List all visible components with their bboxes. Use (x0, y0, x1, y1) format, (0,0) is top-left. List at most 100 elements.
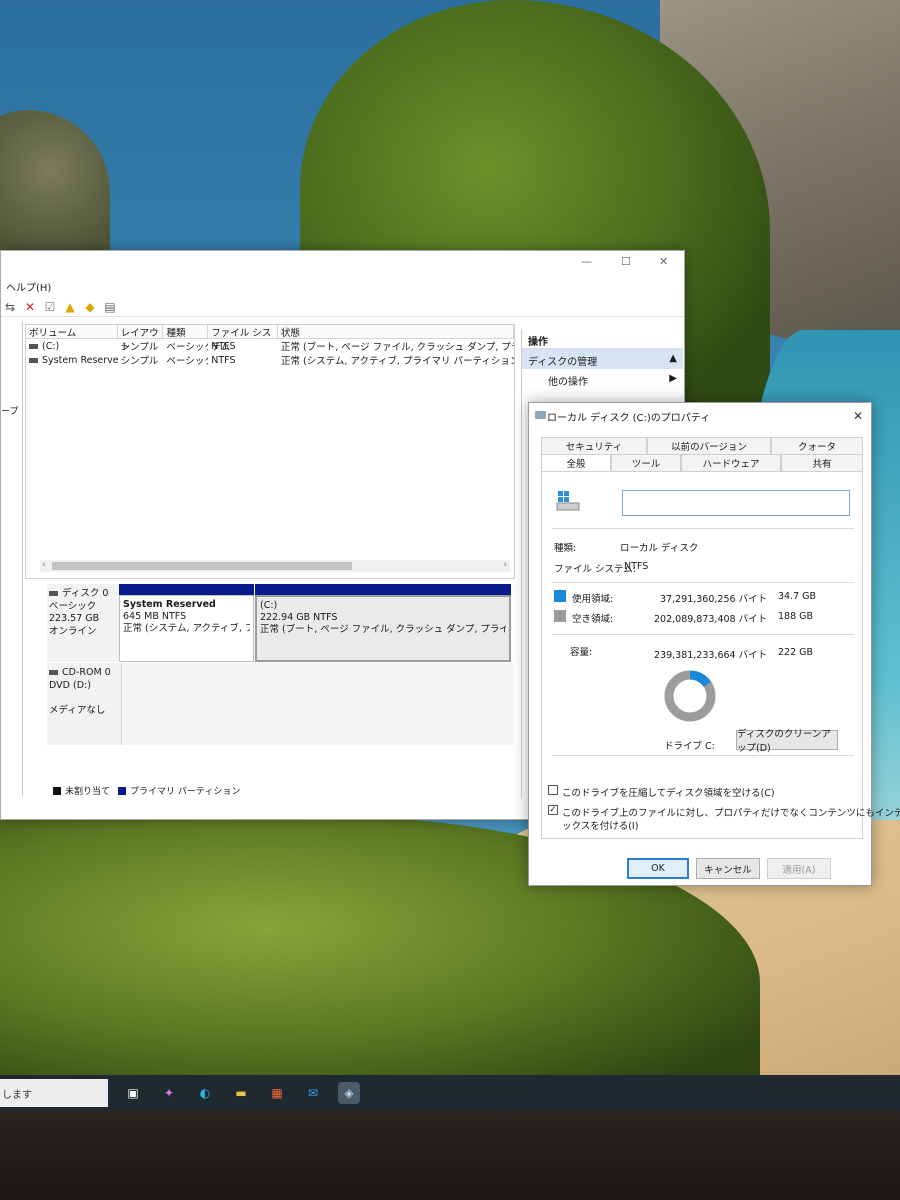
copilot-icon[interactable]: ✦ (158, 1082, 180, 1104)
capacity-gb: 222 GB (778, 647, 814, 658)
action-other[interactable]: 他の操作 ▶ (522, 369, 683, 389)
volume-list: ボリューム レイアウト 種類 ファイル システム 状態 (C:) シンプル ベー… (25, 324, 515, 579)
close-icon[interactable]: ✕ (659, 255, 668, 268)
table-row[interactable]: System Reserved シンプル ベーシック NTFS 正常 (システム… (26, 353, 514, 367)
toolbar: ⇆ ✕ ☑ ▲ ◆ ▤ (1, 297, 684, 317)
used-space-gb: 34.7 GB (778, 591, 817, 602)
partition-size: 222.94 GB NTFS (260, 612, 338, 623)
delete-icon[interactable]: ✕ (23, 300, 37, 314)
dialog-titlebar[interactable]: ローカル ディスク (C:)のプロパティ ✕ (529, 403, 871, 429)
filesystem-value: NTFS (624, 561, 649, 572)
menu-help[interactable]: ヘルプ(H) (1, 279, 51, 295)
volume-icon (29, 343, 38, 349)
tab-tools[interactable]: ツール (611, 454, 681, 471)
column-header-volume[interactable]: ボリューム (26, 325, 118, 339)
tabs-front-row: 全般 ツール ハードウェア 共有 (541, 454, 863, 471)
capacity-label: 容量: (570, 647, 593, 658)
action-disk-management[interactable]: ディスクの管理 ▲ (522, 349, 683, 369)
volume-layout: シンプル (120, 342, 159, 353)
compress-checkbox[interactable] (548, 785, 558, 795)
free-space-gb: 188 GB (778, 611, 814, 622)
cdrom-name: CD-ROM 0 (62, 667, 111, 678)
used-space-swatch (554, 590, 566, 602)
legend: 未割り当て プライマリ パーティション (53, 784, 240, 797)
tab-general[interactable]: 全般 (541, 454, 611, 471)
collapse-icon[interactable]: ▲ (669, 353, 677, 365)
scroll-left-icon[interactable]: ‹ (42, 560, 46, 570)
action-other-label: 他の操作 (548, 377, 588, 388)
horizontal-scrollbar[interactable]: ‹ › (40, 560, 510, 572)
free-space-bytes: 202,089,873,408 バイト (654, 614, 768, 625)
disk-0-label: ディスク 0 ベーシック 223.57 GB オンライン (47, 584, 122, 662)
partition-c[interactable]: (C:) 222.94 GB NTFS 正常 (ブート, ページ ファイル, ク… (255, 584, 511, 662)
window-titlebar[interactable]: — ☐ ✕ (1, 251, 684, 271)
file-explorer-icon[interactable]: ▬ (230, 1082, 252, 1104)
task-view-icon[interactable]: ▣ (122, 1082, 144, 1104)
disk-cleanup-button[interactable]: ディスクのクリーンアップ(D) (736, 729, 838, 754)
disk-management-icon[interactable]: ◈ (338, 1082, 360, 1104)
volume-filesystem: NTFS (211, 340, 236, 352)
column-header-type[interactable]: 種類 (163, 325, 209, 339)
action-disk-management-label: ディスクの管理 (528, 357, 598, 368)
index-checkbox[interactable]: ✓ (548, 805, 558, 815)
mail-icon[interactable]: ✉ (302, 1082, 324, 1104)
used-space-label: 使用領域: (572, 594, 614, 605)
volume-name: System Reserved (42, 354, 118, 366)
cdrom-drive: DVD (D:) (49, 679, 91, 691)
column-header-status[interactable]: 状態 (278, 325, 515, 339)
folder-search-icon[interactable]: ◆ (83, 300, 97, 314)
column-header-filesystem[interactable]: ファイル システム (208, 325, 278, 353)
cdrom-label: CD-ROM 0 DVD (D:) メディアなし (47, 663, 122, 745)
tab-security[interactable]: セキュリティ (541, 437, 647, 454)
index-label-line2[interactable]: ックスを付ける(I) (562, 818, 638, 832)
volume-status: 正常 (ブート, ページ ファイル, クラッシュ ダンプ, プライマリ パーティ (280, 342, 514, 353)
volume-layout: シンプル (120, 356, 159, 367)
disk-icon (49, 591, 58, 596)
column-header-layout[interactable]: レイアウト (118, 325, 164, 353)
apply-button[interactable]: 適用(A) (767, 858, 831, 879)
compress-label[interactable]: このドライブを圧縮してディスク領域を空ける(C) (562, 785, 775, 799)
disk-size: 223.57 GB (49, 613, 100, 624)
type-label: 種類: (554, 543, 577, 554)
partition-bar (119, 584, 254, 595)
general-tab-panel: 種類: ローカル ディスク ファイル システム: NTFS 使用領域: 37,2… (541, 471, 900, 839)
drive-icon (535, 411, 546, 419)
close-icon[interactable]: ✕ (853, 409, 863, 423)
check-icon[interactable]: ☑ (43, 300, 57, 314)
scroll-right-icon[interactable]: › (503, 560, 507, 570)
action-pane-header: 操作 (522, 329, 683, 349)
ok-button[interactable]: OK (627, 858, 689, 879)
edge-icon[interactable]: ◐ (194, 1082, 216, 1104)
disk-state: オンライン (49, 625, 97, 637)
tab-quota[interactable]: クォータ (771, 437, 863, 454)
capacity-bytes: 239,381,233,664 バイト (654, 650, 768, 661)
free-space-swatch (554, 610, 566, 622)
table-row[interactable]: (C:) シンプル ベーシック NTFS 正常 (ブート, ページ ファイル, … (26, 339, 514, 353)
scrollbar-thumb[interactable] (52, 562, 352, 570)
volume-status: 正常 (システム, アクティブ, プライマリ パーティション) (280, 356, 514, 367)
index-label-line1[interactable]: このドライブ上のファイルに対し、プロパティだけでなくコンテンツにもインデ (562, 805, 900, 819)
volume-label-input[interactable] (622, 490, 850, 516)
tab-hardware[interactable]: ハードウェア (681, 454, 781, 471)
partition-status: 正常 (システム, アクティブ, プライマ (123, 623, 250, 634)
type-value: ローカル ディスク (620, 543, 699, 554)
left-nav-label: ープ (1, 407, 19, 417)
tab-sharing[interactable]: 共有 (781, 454, 863, 471)
partition-system-reserved[interactable]: System Reserved 645 MB NTFS 正常 (システム, アク… (119, 584, 254, 662)
cdrom-row[interactable]: CD-ROM 0 DVD (D:) メディアなし (47, 663, 513, 745)
folder-up-icon[interactable]: ▲ (63, 300, 77, 314)
taskbar-search-box[interactable]: します (0, 1079, 108, 1107)
free-space-label: 空き領域: (572, 614, 614, 625)
store-icon[interactable]: ▦ (266, 1082, 288, 1104)
divider (552, 582, 854, 583)
maximize-icon[interactable]: ☐ (621, 255, 631, 268)
dialog-title: ローカル ディスク (C:)のプロパティ (547, 412, 711, 424)
tab-previous-versions[interactable]: 以前のバージョン (647, 437, 771, 454)
minimize-icon[interactable]: — (581, 255, 592, 268)
connect-icon[interactable]: ⇆ (3, 300, 17, 314)
cancel-button[interactable]: キャンセル (696, 858, 760, 879)
legend-unallocated-swatch (53, 786, 61, 795)
drive-letter-label: ドライブ C: (664, 741, 715, 752)
disk-0-row[interactable]: ディスク 0 ベーシック 223.57 GB オンライン System Rese… (47, 584, 513, 662)
view-icon[interactable]: ▤ (103, 300, 117, 314)
